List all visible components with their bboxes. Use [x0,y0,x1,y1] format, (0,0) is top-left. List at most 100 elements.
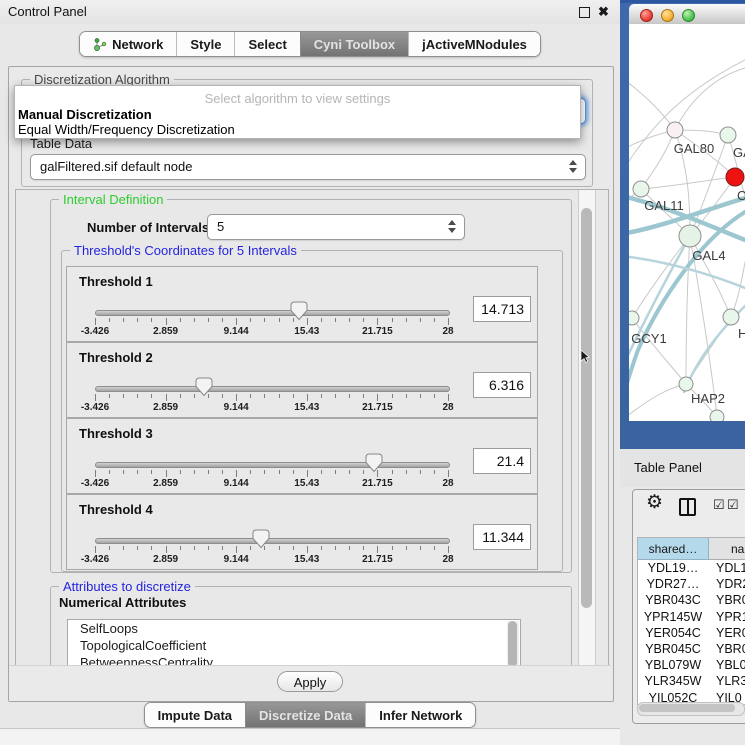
table-data-combo[interactable]: galFiltered.sif default node [30,154,586,180]
attributes-group: Attributes to discretize Numerical Attri… [50,586,572,667]
table-row[interactable]: YLR345WYLR3 [638,673,745,689]
tick-mark [250,318,251,322]
settings-scroll-panel: Interval Definition Number of Intervals … [15,189,609,667]
gear-icon[interactable]: ⚙ [646,493,663,512]
slider-scale: -3.4262.8599.14415.4321.71528 [95,470,448,490]
dropdown-hint: Select algorithm to view settings [15,91,580,106]
dropdown-option-equal-width-frequency[interactable]: Equal Width/Frequency Discretization [18,122,235,137]
threshold-value-field[interactable]: 21.4 [473,448,531,474]
tick-mark [335,470,336,474]
threshold-label: Threshold 1 [79,274,153,289]
table-horizontal-scrollbar[interactable] [637,702,745,716]
combo-stepper-icon [447,220,457,234]
cell-name: YBR0 [708,592,745,608]
tab-cyni-toolbox[interactable]: Cyni Toolbox [300,32,408,56]
tick-mark [95,470,96,477]
tab-discretize-data[interactable]: Discretize Data [245,703,365,727]
cell-shared-name: YPR145W [638,609,708,625]
list-item[interactable]: SelfLoops [68,620,520,637]
tick-mark [166,318,167,325]
table-row[interactable]: YBL079WYBL0 [638,657,745,673]
tab-jactivemnodules[interactable]: jActiveMNodules [408,32,540,56]
network-node[interactable] [633,181,649,197]
settings-vertical-scrollbar[interactable] [578,190,596,666]
tab-style[interactable]: Style [176,32,234,56]
float-window-icon[interactable] [579,7,590,18]
list-item[interactable]: TopologicalCoefficient [68,637,520,654]
tab-group: NetworkStyleSelectCyni ToolboxjActiveMNo… [79,31,541,57]
tick-mark [448,470,449,477]
tick-mark [434,470,435,474]
column-header-shared[interactable]: shared… [638,538,709,560]
table-panel-title: Table Panel [634,460,702,475]
tick-mark [194,470,195,474]
tick-mark [363,546,364,550]
scrollbar-thumb[interactable] [639,704,735,712]
minimize-traffic-light-icon[interactable] [661,9,674,22]
tick-label: 2.859 [153,402,178,413]
apply-button[interactable]: Apply [277,671,344,692]
table-row[interactable]: YER054CYER0 [638,625,745,641]
slider-thumb[interactable] [195,377,213,397]
tab-network[interactable]: Network [80,32,176,56]
scrollbar-thumb[interactable] [581,208,592,608]
tick-mark [335,394,336,398]
tick-mark [123,318,124,322]
zoom-traffic-light-icon[interactable] [682,9,695,22]
tick-mark [236,470,237,477]
slider-thumb[interactable] [252,529,270,549]
network-node[interactable] [723,309,739,325]
table-row[interactable]: YDR27…YDR2 [638,576,745,592]
number-of-intervals-combo[interactable]: 5 [207,214,465,240]
interval-definition-group: Interval Definition Number of Intervals … [50,199,572,573]
network-window-titlebar[interactable] [629,4,745,25]
network-node[interactable] [679,377,693,391]
threshold-panel-4: Threshold 4-3.4262.8599.14415.4321.71528… [66,494,538,570]
list-scrollbar[interactable] [507,621,519,667]
slider-track[interactable] [95,310,450,316]
close-traffic-light-icon[interactable] [640,9,653,22]
slider-thumb[interactable] [290,301,308,321]
slider-track[interactable] [95,538,450,544]
tick-mark [222,318,223,322]
threshold-value-field[interactable]: 11.344 [473,524,531,550]
table-row[interactable]: YDL19…YDL1 [638,560,745,576]
tab-infer-network[interactable]: Infer Network [365,703,475,727]
network-node[interactable] [679,225,701,247]
tab-select[interactable]: Select [234,32,299,56]
threshold-value-field[interactable]: 6.316 [473,372,531,398]
network-edge [629,256,745,288]
dropdown-option-manual-discretization[interactable]: Manual Discretization [18,107,152,122]
threshold-value-field[interactable]: 14.713 [473,296,531,322]
table-row[interactable]: YBR045CYBR0 [638,641,745,657]
table-row[interactable]: YPR145WYPR1 [638,609,745,625]
tick-mark [137,470,138,474]
table-row[interactable]: YBR043CYBR0 [638,592,745,608]
cell-shared-name: YDL19… [638,560,708,576]
column-header-name[interactable]: na [709,538,745,560]
network-canvas[interactable]: GAL80GACGAL11GAL4GCY1HHAP2 [629,24,745,421]
network-node[interactable] [667,122,683,138]
columns-icon[interactable] [679,498,696,516]
checkbox-checked-icon[interactable]: ☑ [713,497,725,513]
tick-mark [377,318,378,325]
tab-impute-data[interactable]: Impute Data [145,703,245,727]
tick-mark [222,394,223,398]
slider-track[interactable] [95,386,450,392]
cell-shared-name: YDR27… [638,576,708,592]
network-node[interactable] [629,311,639,325]
slider-thumb[interactable] [365,453,383,473]
table-panel-titlebar: Table Panel [620,449,745,487]
network-node[interactable] [710,410,724,421]
tick-mark [377,546,378,553]
checkbox-checked-icon[interactable]: ☑ [727,497,739,513]
combo-stepper-icon [568,160,578,174]
slider-track[interactable] [95,462,450,468]
numerical-attributes-list[interactable]: SelfLoopsTopologicalCoefficientBetweenne… [67,619,521,667]
network-node[interactable] [720,127,736,143]
cell-name: YPR1 [708,609,745,625]
tick-mark [349,470,350,474]
network-node[interactable] [726,168,744,186]
tick-mark [222,546,223,550]
close-icon[interactable]: ✖ [598,4,609,20]
